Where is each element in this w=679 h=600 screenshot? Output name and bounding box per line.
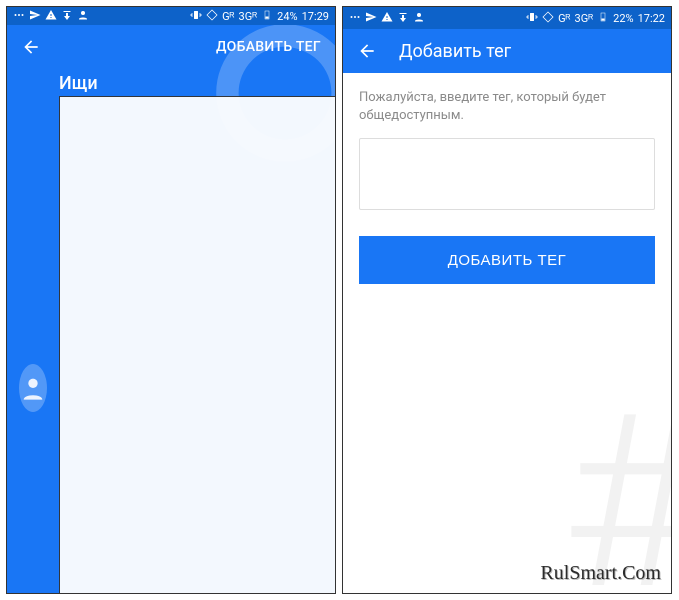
more-icon bbox=[13, 9, 25, 24]
more-icon bbox=[349, 11, 361, 26]
clock: 17:29 bbox=[302, 10, 329, 23]
status-bar: Gᴿ 3Gᴿ 22% 17:22 bbox=[343, 7, 671, 29]
page-title: Добавить тег bbox=[399, 41, 511, 62]
battery-percent: 22% bbox=[613, 12, 633, 25]
battery-icon bbox=[597, 11, 609, 26]
arrow-left-icon bbox=[357, 41, 377, 61]
arrow-left-icon bbox=[21, 37, 41, 57]
instruction-text: Пожалуйста, введите тег, который будет о… bbox=[359, 89, 655, 124]
back-button[interactable] bbox=[17, 33, 45, 61]
battery-icon bbox=[261, 9, 273, 24]
back-button[interactable] bbox=[353, 37, 381, 65]
person-icon bbox=[77, 9, 89, 24]
vibrate-icon bbox=[190, 9, 202, 24]
add-tag-button[interactable]: ДОБАВИТЬ ТЕГ bbox=[359, 236, 655, 284]
phone-left: Gᴿ 3Gᴿ 24% 17:29 ДОБАВИТЬ ТЕГ Ищи +79787… bbox=[6, 6, 336, 594]
watermark: RulSmart.Com bbox=[540, 562, 661, 585]
send-icon bbox=[29, 9, 41, 24]
person-icon bbox=[413, 11, 425, 26]
vibrate-icon bbox=[526, 11, 538, 26]
send-icon bbox=[365, 11, 377, 26]
clock: 17:22 bbox=[638, 12, 665, 25]
phone-right: Gᴿ 3Gᴿ 22% 17:22 Добавить тег # Пожалуйс… bbox=[342, 6, 672, 594]
diamond-icon bbox=[542, 11, 554, 26]
hash-decoration-icon: # bbox=[561, 383, 672, 594]
network-label-2: 3Gᴿ bbox=[575, 12, 594, 25]
person-icon bbox=[19, 374, 47, 402]
status-bar: Gᴿ 3Gᴿ 24% 17:29 bbox=[7, 7, 335, 25]
appbar: ДОБАВИТЬ ТЕГ Ищи +79787669448 RU PREMIUM bbox=[7, 25, 335, 593]
download-icon bbox=[61, 9, 73, 24]
warning-icon bbox=[45, 9, 57, 24]
avatar bbox=[19, 364, 47, 412]
appbar: Добавить тег bbox=[343, 29, 671, 73]
profile-header: Ищи +79787669448 RU PREMIUM bbox=[7, 69, 335, 593]
download-icon bbox=[397, 11, 409, 26]
battery-percent: 24% bbox=[277, 10, 297, 23]
network-label-1: Gᴿ bbox=[222, 10, 234, 23]
warning-icon bbox=[381, 11, 393, 26]
network-label-1: Gᴿ bbox=[558, 12, 570, 25]
content-area: # Пожалуйста, введите тег, который будет… bbox=[343, 73, 671, 593]
profile-phone: +79787669448 RU bbox=[59, 96, 335, 593]
network-label-2: 3Gᴿ bbox=[239, 10, 258, 23]
tag-input[interactable] bbox=[359, 138, 655, 210]
diamond-icon bbox=[206, 9, 218, 24]
